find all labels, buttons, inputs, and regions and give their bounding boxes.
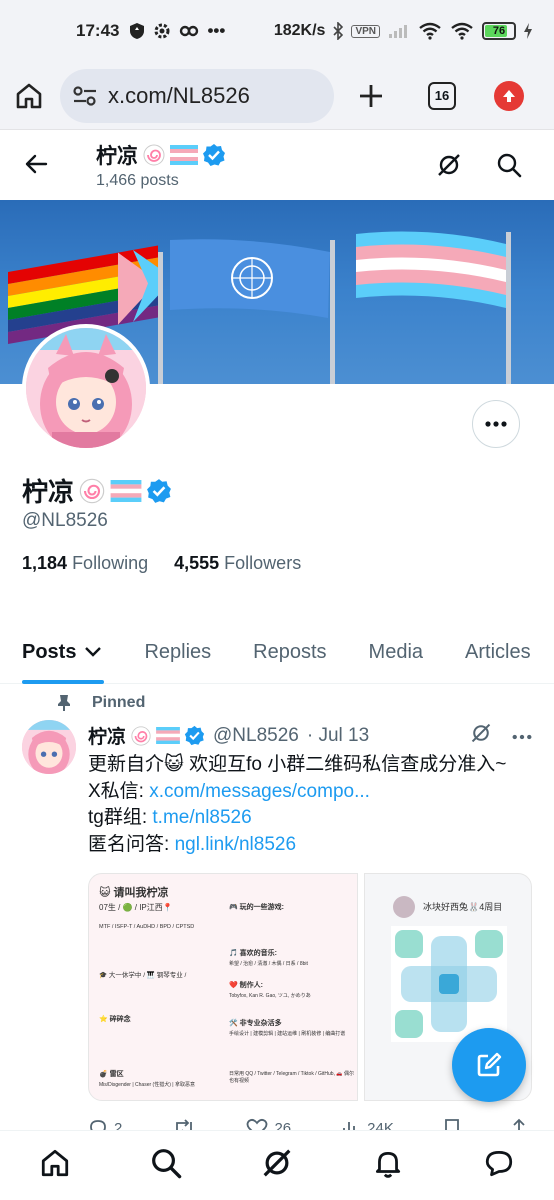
nav-messages[interactable] (483, 1147, 515, 1184)
tweet-line-4: 匿名问答: ngl.link/nl8526 (88, 833, 297, 855)
bottom-navigation (0, 1130, 554, 1200)
trans-flag-emoji-icon (170, 145, 198, 165)
profile-name: 柠凉 (22, 472, 172, 509)
nav-grok[interactable] (261, 1147, 293, 1184)
profile-avatar[interactable] (22, 324, 150, 452)
vpn-badge: VPN (351, 24, 380, 38)
tweet-handle[interactable]: @NL8526 (213, 725, 299, 747)
verified-badge-icon (184, 725, 205, 746)
blurred-qr-code (391, 926, 507, 1042)
grok-icon (263, 1149, 291, 1177)
grok-icon (438, 154, 460, 176)
messages-icon (485, 1150, 512, 1177)
link-status-icon (180, 25, 199, 37)
search-icon (497, 153, 522, 178)
browser-update-button[interactable] (494, 80, 524, 111)
profile-search-button[interactable] (496, 152, 522, 183)
nav-home[interactable] (39, 1147, 71, 1184)
more-dots-icon (512, 734, 532, 739)
grok-icon (471, 723, 491, 743)
dm-link[interactable]: x.com/messages/compo... (149, 781, 370, 802)
header-profile-name: 柠凉 (96, 140, 226, 170)
browser-toolbar: x.com/NL8526 16 (0, 62, 554, 130)
tweet-date[interactable]: · Jul 13 (307, 725, 369, 747)
status-bar: 17:43 ••• 182K/s VPN 76 (0, 0, 554, 62)
following-link[interactable]: 1,184 Following (22, 553, 148, 574)
url-bar[interactable]: x.com/NL8526 (60, 68, 334, 123)
notifications-icon (375, 1152, 400, 1178)
tab-posts[interactable]: Posts (0, 620, 120, 684)
tab-articles[interactable]: Articles (441, 620, 549, 684)
more-dots-icon (485, 421, 507, 427)
back-button[interactable] (24, 152, 48, 181)
bluetooth-icon (333, 22, 344, 40)
nav-search[interactable] (150, 1147, 182, 1184)
grok-button[interactable] (436, 152, 462, 183)
update-arrow-icon (494, 80, 524, 111)
more-status-dots: ••• (207, 21, 226, 40)
telegram-link[interactable]: t.me/nl8526 (152, 807, 251, 828)
browser-home-button[interactable] (14, 81, 44, 111)
avatar-anime-girl-image (22, 720, 76, 774)
charging-icon (524, 23, 532, 39)
verified-badge-icon (203, 144, 225, 166)
tweet-line-1: 更新自介😺 欢迎互fo 小群二维码私信查成分准入~ (88, 754, 507, 775)
tweet-image-intro-card[interactable]: 😺 请叫我柠凉 07生 / 🟢 / IP江西📍 MTF / ISFP-T / A… (88, 873, 358, 1101)
wifi-icon (419, 22, 441, 40)
follow-stats: 1,184 Following 4,555 Followers (22, 553, 301, 574)
tab-switcher-button[interactable]: 16 (428, 81, 456, 110)
avatar-anime-girl-image (26, 328, 146, 448)
tab-reposts[interactable]: Reposts (229, 620, 344, 684)
tweet-grok-button[interactable] (470, 722, 492, 749)
chevron-down-icon (85, 647, 102, 657)
clock: 17:43 (76, 21, 120, 40)
tab-count: 16 (428, 81, 456, 110)
tweet-line-2: X私信: x.com/messages/compo... (88, 780, 370, 802)
qr-avatar (393, 896, 415, 918)
trans-flag-emoji-icon (110, 479, 142, 502)
tweet-text: 更新自介😺 欢迎互fo 小群二维码私信查成分准入~ X私信: x.com/mes… (88, 752, 538, 858)
tweet-line-3: tg群组: t.me/nl8526 (88, 807, 252, 828)
header-posts-count: 1,466 posts (96, 172, 179, 189)
plus-icon (360, 84, 382, 107)
tweet-top-actions (470, 722, 532, 749)
net-speed: 182K/s (273, 22, 326, 39)
search-icon (152, 1149, 182, 1179)
lollipop-emoji-icon (131, 725, 151, 746)
home-icon (42, 1149, 69, 1177)
cellular-signal-icon (389, 25, 407, 38)
battery-indicator: 76 (482, 22, 516, 40)
lollipop-emoji-icon (79, 478, 105, 503)
pinned-label: Pinned (56, 694, 145, 712)
profile-more-button[interactable] (472, 400, 520, 448)
trans-flag-emoji-icon (156, 727, 180, 744)
tweet-more-button[interactable] (512, 727, 532, 745)
wifi-icon-2 (451, 22, 473, 40)
tab-replies[interactable]: Replies (120, 620, 229, 684)
tweet-header: 柠凉 @NL8526 · Jul 13 (88, 722, 369, 749)
profile-handle: @NL8526 (22, 510, 108, 531)
profile-tabs: Posts Replies Reposts Media Articles (0, 620, 554, 684)
followers-link[interactable]: 4,555 Followers (174, 553, 301, 574)
compose-post-button[interactable] (452, 1028, 526, 1102)
tab-media[interactable]: Media (345, 620, 441, 684)
tweet-avatar[interactable] (22, 720, 76, 774)
pin-icon (58, 695, 70, 711)
ngl-link[interactable]: ngl.link/nl8526 (175, 834, 296, 855)
back-arrow-icon (25, 154, 48, 174)
tweet-author-name[interactable]: 柠凉 (88, 722, 126, 749)
verified-badge-icon[interactable] (146, 478, 172, 504)
shield-status-icon (130, 23, 145, 39)
profile-top-header: 柠凉 1,466 posts (0, 130, 554, 200)
url-text: x.com/NL8526 (108, 82, 250, 108)
compose-icon (477, 1052, 502, 1077)
lollipop-emoji-icon (143, 144, 165, 166)
site-settings-icon[interactable] (72, 85, 98, 107)
gear-status-icon (154, 23, 170, 39)
new-tab-button[interactable] (358, 83, 384, 109)
nav-notifications[interactable] (372, 1147, 404, 1184)
home-outline-icon (16, 83, 42, 108)
